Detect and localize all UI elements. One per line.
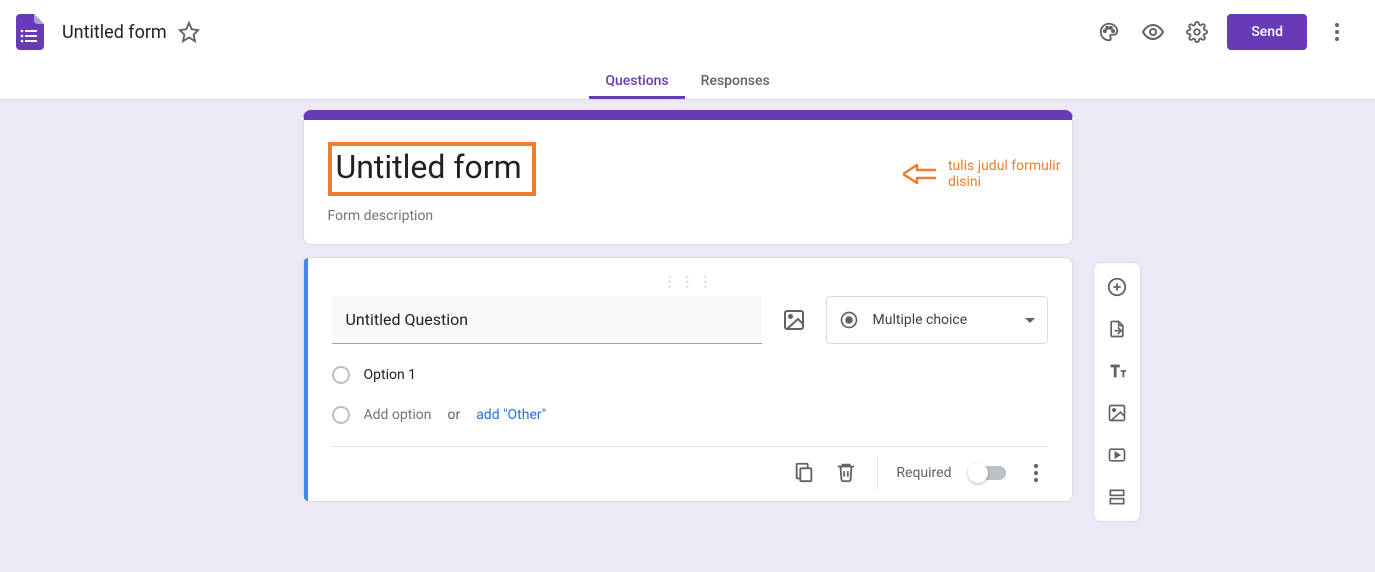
annotation-text: tulis judul formulir disini	[948, 158, 1073, 190]
palette-icon[interactable]	[1087, 10, 1131, 54]
form-title-input[interactable]: Untitled form	[336, 148, 522, 186]
canvas: tulis judul formulir disini Untitled for…	[0, 100, 1375, 572]
add-image-icon[interactable]	[782, 308, 806, 332]
document-title[interactable]: Untitled form	[60, 18, 169, 47]
form-description-input[interactable]: Form description	[328, 208, 1048, 224]
radio-icon	[332, 366, 350, 384]
add-option-row: Add option or add "Other"	[332, 406, 1048, 424]
add-question-icon[interactable]	[1099, 269, 1135, 305]
or-label: or	[447, 407, 460, 423]
chevron-down-icon	[1025, 318, 1035, 323]
tabs-bar: Questions Responses	[0, 64, 1375, 100]
question-footer: Required	[332, 446, 1048, 489]
add-other-button[interactable]: add "Other"	[476, 407, 546, 423]
star-icon[interactable]	[169, 12, 209, 52]
settings-icon[interactable]	[1175, 10, 1219, 54]
annotation: tulis judul formulir disini	[903, 158, 1073, 190]
add-video-icon[interactable]	[1099, 437, 1135, 473]
option-text-input[interactable]: Option 1	[364, 367, 417, 383]
app-topbar: Untitled form Send	[0, 0, 1375, 64]
import-questions-icon[interactable]	[1099, 311, 1135, 347]
side-toolbar	[1093, 262, 1141, 522]
question-card: ⋮⋮⋮ Multiple choice Option 1	[303, 257, 1073, 502]
add-section-icon[interactable]	[1099, 479, 1135, 515]
duplicate-icon[interactable]	[793, 461, 817, 485]
delete-icon[interactable]	[835, 461, 859, 485]
required-toggle[interactable]	[970, 466, 1006, 480]
form-title-highlight: Untitled form	[328, 142, 536, 196]
add-image-icon[interactable]	[1099, 395, 1135, 431]
question-type-select[interactable]: Multiple choice	[826, 296, 1048, 344]
question-title-input[interactable]	[332, 296, 762, 344]
divider	[877, 457, 878, 489]
tab-questions[interactable]: Questions	[589, 73, 684, 99]
question-more-icon[interactable]	[1024, 461, 1048, 485]
arrow-left-icon	[903, 163, 936, 185]
more-vert-icon[interactable]	[1315, 10, 1359, 54]
send-button[interactable]: Send	[1227, 14, 1307, 50]
add-option-button[interactable]: Add option	[364, 407, 432, 423]
option-row: Option 1	[332, 366, 1048, 384]
preview-icon[interactable]	[1131, 10, 1175, 54]
tab-responses[interactable]: Responses	[685, 73, 786, 99]
radio-icon	[839, 310, 859, 330]
drag-handle-icon[interactable]: ⋮⋮⋮	[332, 278, 1048, 286]
add-title-icon[interactable]	[1099, 353, 1135, 389]
required-label: Required	[896, 465, 951, 481]
radio-icon	[332, 406, 350, 424]
forms-logo[interactable]	[16, 14, 44, 50]
question-type-label: Multiple choice	[873, 312, 1011, 328]
